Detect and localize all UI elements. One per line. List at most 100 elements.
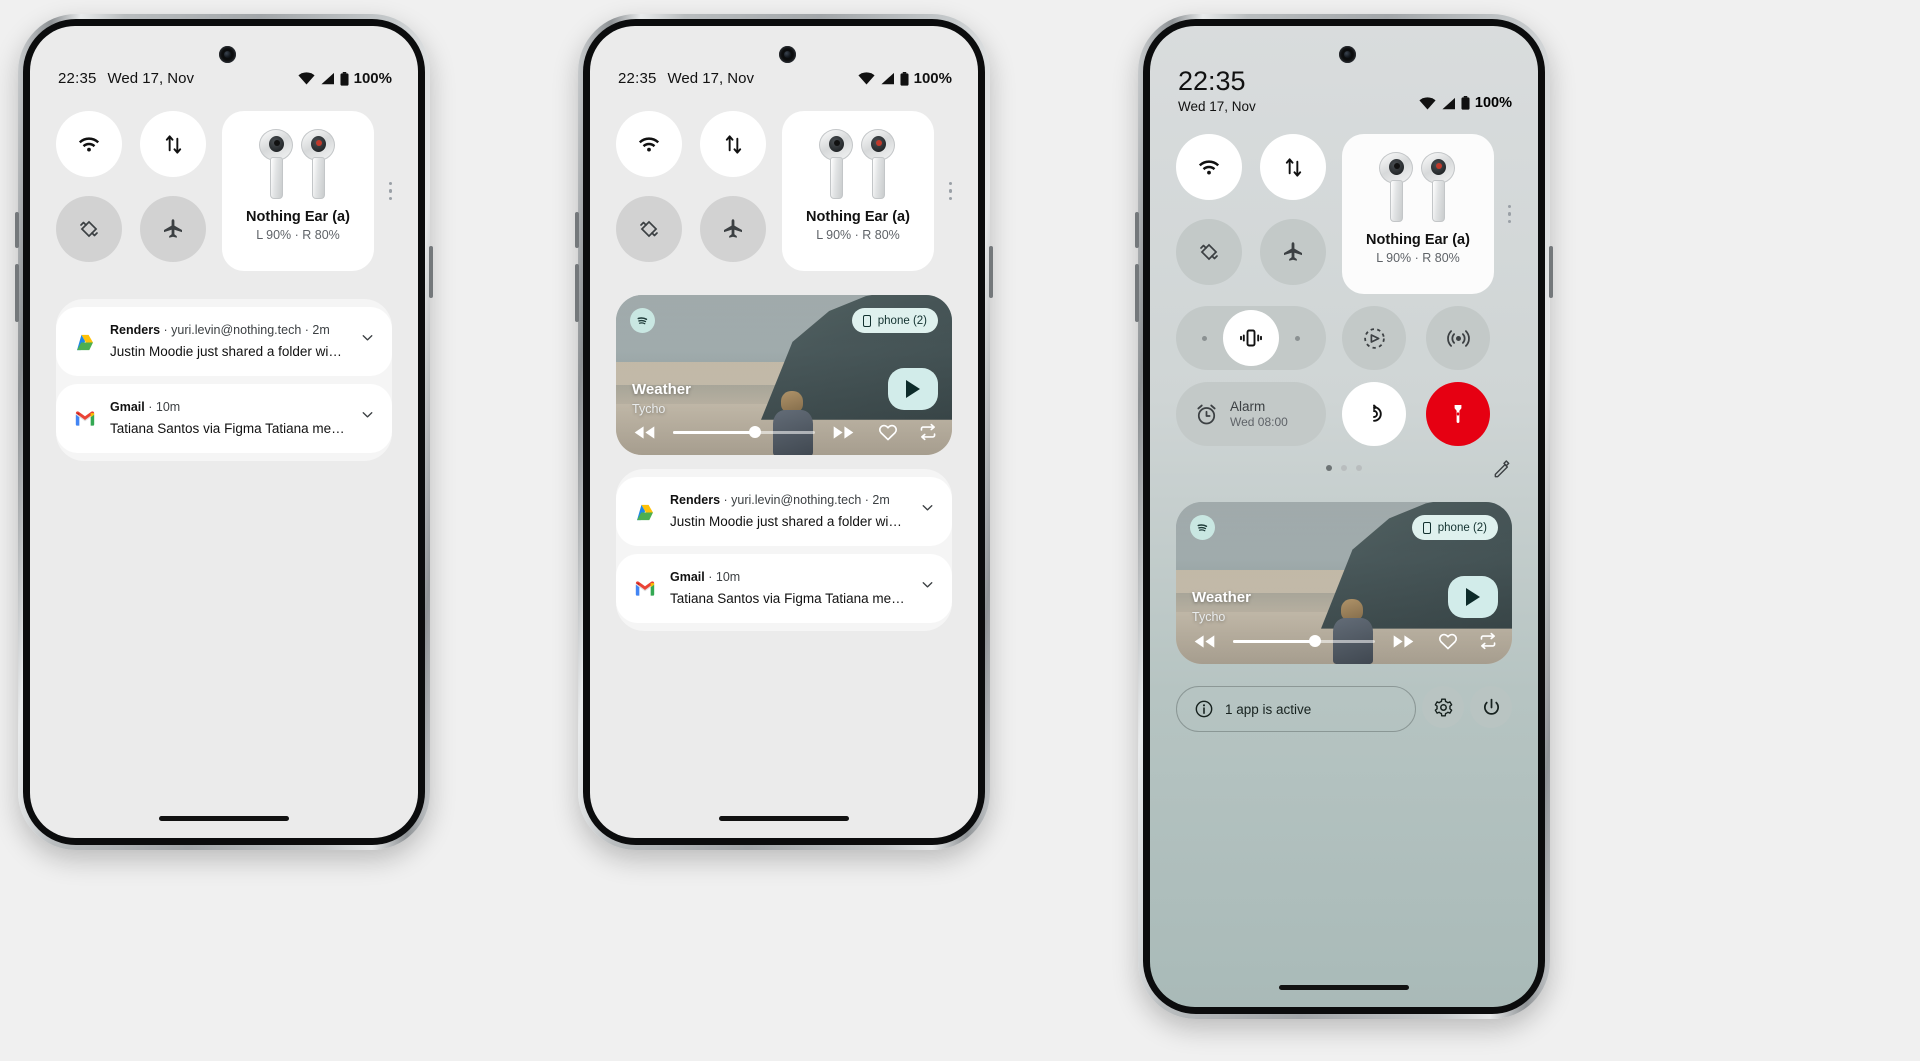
active-apps-chip[interactable]: 1 app is active xyxy=(1176,686,1416,733)
media-output-chip[interactable]: phone (2) xyxy=(851,308,938,333)
alarm-clock-icon xyxy=(1197,404,1216,425)
bluetooth-device-name: Nothing Ear (a) xyxy=(246,209,350,225)
chevron-down-icon[interactable] xyxy=(919,499,936,516)
battery-percent: 100% xyxy=(1474,95,1512,111)
heart-outline-icon[interactable] xyxy=(1438,632,1458,650)
media-play-button[interactable] xyxy=(1448,576,1498,619)
media-controls xyxy=(632,423,938,441)
notification-app-name: Gmail xyxy=(670,570,705,584)
tile-wifi[interactable] xyxy=(56,111,122,177)
bluetooth-device-name: Nothing Ear (a) xyxy=(1366,232,1470,249)
earbuds-icon xyxy=(815,127,901,201)
tile-wifi[interactable] xyxy=(1176,134,1242,201)
notification-meta: · yuri.levin@nothing.tech · 2m xyxy=(723,493,890,507)
tile-wifi[interactable] xyxy=(616,111,682,177)
vibrate-icon xyxy=(1240,329,1262,347)
media-progress-knob[interactable] xyxy=(749,426,762,438)
power-button[interactable] xyxy=(1470,686,1512,729)
phone-2-volume-button[interactable] xyxy=(575,264,579,322)
bluetooth-device-battery: L 90% · R 80% xyxy=(1376,251,1460,266)
tile-mobile-data[interactable] xyxy=(700,111,766,177)
media-output-label: phone (2) xyxy=(1437,521,1487,534)
phone-3-mute-button[interactable] xyxy=(1135,212,1139,248)
edit-pencil-icon[interactable] xyxy=(1492,460,1512,480)
gear-icon xyxy=(1434,698,1452,717)
notification-renders[interactable]: Renders · yuri.levin@nothing.tech · 2m J… xyxy=(56,307,392,376)
media-progress-bar[interactable] xyxy=(1233,635,1375,648)
notification-meta: · 10m xyxy=(708,570,741,584)
repeat-icon[interactable] xyxy=(1478,632,1498,650)
phone-1-power-button[interactable] xyxy=(429,246,433,298)
heart-outline-icon[interactable] xyxy=(878,423,898,441)
phone-3-volume-button[interactable] xyxy=(1135,264,1139,322)
tile-airplane-mode[interactable] xyxy=(1260,219,1326,286)
media-player[interactable]: phone (2) Weather Tycho xyxy=(616,295,952,455)
notification-body: Justin Moodie just shared a folder with … xyxy=(670,514,905,529)
tile-auto-rotate[interactable] xyxy=(56,196,122,262)
chevron-down-icon[interactable] xyxy=(919,576,936,593)
rewind-icon[interactable] xyxy=(1192,634,1217,649)
tile-vibrate[interactable] xyxy=(1176,306,1326,371)
quick-settings-panel: Nothing Ear (a) L 90% · R 80% xyxy=(56,111,392,271)
wifi-icon xyxy=(638,137,660,152)
cellular-signal-icon xyxy=(880,72,895,85)
tile-alarm[interactable]: Alarm Wed 08:00 xyxy=(1176,382,1326,447)
phone-1-mute-button[interactable] xyxy=(15,212,19,248)
quick-settings-row-3 xyxy=(1176,306,1512,371)
notification-app-name: Gmail xyxy=(110,400,145,414)
rewind-icon[interactable] xyxy=(632,425,657,440)
settings-button[interactable] xyxy=(1422,686,1464,729)
overflow-menu-icon[interactable] xyxy=(948,180,952,202)
nfc-icon xyxy=(1373,404,1382,422)
tile-auto-rotate[interactable] xyxy=(1176,219,1242,286)
media-output-chip[interactable]: phone (2) xyxy=(1411,515,1498,541)
earbuds-icon xyxy=(255,127,341,201)
phone-3-screen: 22:35 Wed 17, Nov 100% Nothing Ear (a) L… xyxy=(1150,26,1538,1007)
tile-mobile-data[interactable] xyxy=(1260,134,1326,201)
media-progress-bar[interactable] xyxy=(673,426,815,438)
media-progress-fill xyxy=(1233,639,1316,643)
repeat-icon[interactable] xyxy=(918,423,938,441)
bluetooth-device-card[interactable]: Nothing Ear (a) L 90% · R 80% xyxy=(1342,134,1511,295)
bluetooth-device-card[interactable]: Nothing Ear (a) L 90% · R 80% xyxy=(222,111,392,271)
alarm-subtitle: Wed 08:00 xyxy=(1230,415,1288,430)
media-play-button[interactable] xyxy=(888,368,938,410)
home-indicator[interactable] xyxy=(1279,985,1409,990)
notification-renders[interactable]: Renders · yuri.levin@nothing.tech · 2m J… xyxy=(616,477,952,546)
media-progress-knob[interactable] xyxy=(1309,635,1322,648)
qs-pagination-row xyxy=(1176,460,1512,480)
media-player[interactable]: phone (2) Weather Tycho xyxy=(1176,502,1512,665)
home-indicator[interactable] xyxy=(719,816,849,821)
phone-2-mute-button[interactable] xyxy=(575,212,579,248)
phone-1-volume-button[interactable] xyxy=(15,264,19,322)
phone-3-power-button[interactable] xyxy=(1549,246,1553,298)
bluetooth-device-battery: L 90% · R 80% xyxy=(816,228,900,242)
tile-airplane-mode[interactable] xyxy=(700,196,766,262)
gmail-icon xyxy=(635,581,655,596)
tile-hotspot[interactable] xyxy=(1426,306,1490,371)
tile-nfc[interactable] xyxy=(1342,382,1406,447)
tile-screen-record[interactable] xyxy=(1342,306,1406,371)
tile-auto-rotate[interactable] xyxy=(616,196,682,262)
notification-body: Tatiana Santos via Figma Tatiana mention… xyxy=(110,421,345,436)
notification-meta: · yuri.levin@nothing.tech · 2m xyxy=(163,323,330,337)
bluetooth-device-card[interactable]: Nothing Ear (a) L 90% · R 80% xyxy=(782,111,952,271)
page-dots[interactable] xyxy=(1326,465,1362,472)
notification-body: Justin Moodie just shared a folder with … xyxy=(110,344,345,359)
wifi-icon xyxy=(1419,96,1436,110)
home-indicator[interactable] xyxy=(159,816,289,821)
overflow-menu-icon[interactable] xyxy=(388,180,392,202)
notification-gmail[interactable]: Gmail · 10m Tatiana Santos via Figma Tat… xyxy=(56,384,392,453)
fast-forward-icon[interactable] xyxy=(831,425,856,440)
phone-2-power-button[interactable] xyxy=(989,246,993,298)
chevron-down-icon[interactable] xyxy=(359,329,376,346)
media-controls xyxy=(1192,632,1498,650)
front-camera xyxy=(219,46,236,63)
tile-airplane-mode[interactable] xyxy=(140,196,206,262)
tile-flashlight[interactable] xyxy=(1426,382,1490,447)
notification-gmail[interactable]: Gmail · 10m Tatiana Santos via Figma Tat… xyxy=(616,554,952,623)
chevron-down-icon[interactable] xyxy=(359,406,376,423)
tile-mobile-data[interactable] xyxy=(140,111,206,177)
overflow-menu-icon[interactable] xyxy=(1507,203,1511,225)
fast-forward-icon[interactable] xyxy=(1391,634,1416,649)
